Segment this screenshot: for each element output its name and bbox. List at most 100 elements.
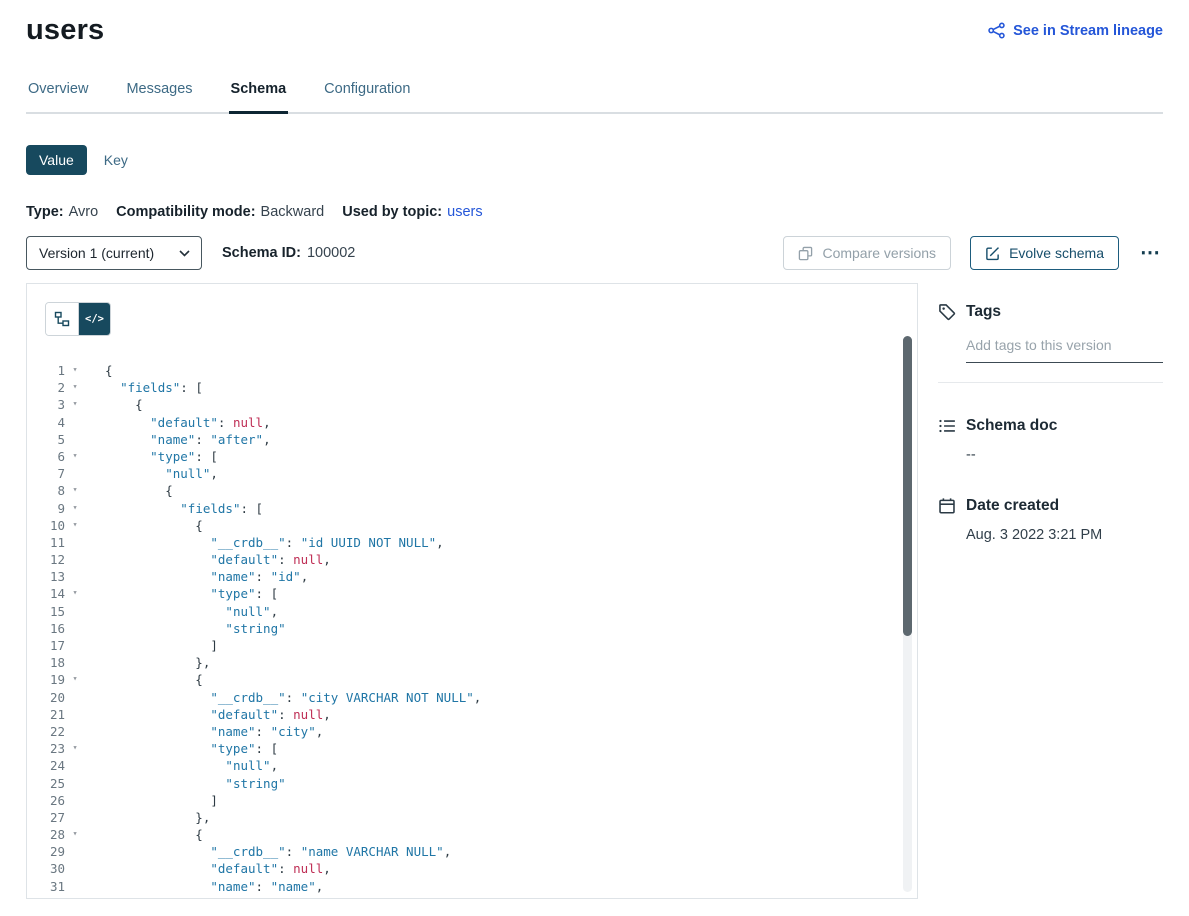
code-line: 23▾ "type": [ — [27, 740, 917, 757]
date-created-value: Aug. 3 2022 3:21 PM — [966, 527, 1163, 543]
type-value: Avro — [69, 204, 99, 220]
code-text: "default": null, — [85, 551, 331, 568]
code-text: "default": null, — [85, 414, 271, 431]
fold-toggle-icon[interactable]: ▾ — [65, 826, 85, 843]
code-line: 26 ] — [27, 792, 917, 809]
page-header: users See in Stream lineage — [26, 14, 1163, 47]
code-line: 6▾ "type": [ — [27, 448, 917, 465]
line-number: 22 — [27, 723, 65, 740]
fold-spacer — [65, 534, 85, 551]
line-number: 20 — [27, 689, 65, 706]
code-text: "type": [ — [85, 895, 278, 899]
line-number: 26 — [27, 792, 65, 809]
fold-toggle-icon[interactable]: ▾ — [65, 517, 85, 534]
editor-view-toggle: </> — [45, 302, 111, 336]
schema-part-toggle: Value Key — [26, 145, 1163, 175]
code-text: "name": "name", — [85, 878, 323, 895]
tree-view-button[interactable] — [46, 303, 78, 335]
tab-schema[interactable]: Schema — [229, 81, 289, 112]
code-line: 16 "string" — [27, 620, 917, 637]
compare-versions-label: Compare versions — [822, 245, 936, 261]
editor-scrollbar-thumb[interactable] — [903, 336, 912, 636]
fold-toggle-icon[interactable]: ▾ — [65, 482, 85, 499]
page-title: users — [26, 14, 104, 47]
code-line: 25 "string" — [27, 775, 917, 792]
code-text: "null", — [85, 603, 278, 620]
fold-spacer — [65, 757, 85, 774]
schema-doc-section: Schema doc -- — [938, 417, 1163, 463]
fold-toggle-icon[interactable]: ▾ — [65, 396, 85, 413]
fold-spacer — [65, 637, 85, 654]
code-text: { — [85, 362, 113, 379]
code-line: 9▾ "fields": [ — [27, 500, 917, 517]
chevron-down-icon — [179, 250, 190, 257]
schema-id-value: 100002 — [307, 245, 355, 261]
tags-header: Tags — [938, 303, 1163, 321]
code-text: { — [85, 517, 203, 534]
fold-toggle-icon[interactable]: ▾ — [65, 362, 85, 379]
code-text: "null", — [85, 757, 278, 774]
more-options-button[interactable]: ⋯ — [1138, 239, 1163, 267]
date-created-section: Date created Aug. 3 2022 3:21 PM — [938, 497, 1163, 543]
toggle-key-button[interactable]: Key — [87, 145, 145, 175]
page: users See in Stream lineage Overview Mes… — [0, 0, 1189, 916]
code-line: 15 "null", — [27, 603, 917, 620]
code-text: "type": [ — [85, 448, 218, 465]
fold-toggle-icon[interactable]: ▾ — [65, 740, 85, 757]
tag-icon — [938, 303, 956, 321]
fold-spacer — [65, 551, 85, 568]
fold-toggle-icon[interactable]: ▾ — [65, 500, 85, 517]
fold-spacer — [65, 878, 85, 895]
code-text: "name": "id", — [85, 568, 308, 585]
controls-row: Version 1 (current) Schema ID: 100002 Co… — [26, 236, 1163, 270]
code-text: "default": null, — [85, 706, 331, 723]
line-number: 23 — [27, 740, 65, 757]
fold-toggle-icon[interactable]: ▾ — [65, 671, 85, 688]
date-created-header: Date created — [938, 497, 1163, 515]
code-text: "type": [ — [85, 585, 278, 602]
fold-toggle-icon[interactable]: ▾ — [65, 895, 85, 899]
code-text: "null", — [85, 465, 218, 482]
code-text: { — [85, 482, 173, 499]
tab-configuration[interactable]: Configuration — [322, 81, 412, 112]
code-line: 31 "name": "name", — [27, 878, 917, 895]
compare-versions-button[interactable]: Compare versions — [783, 236, 951, 270]
line-number: 10 — [27, 517, 65, 534]
fold-spacer — [65, 809, 85, 826]
fold-toggle-icon[interactable]: ▾ — [65, 585, 85, 602]
topic-link[interactable]: users — [447, 204, 482, 220]
code-text: }, — [85, 809, 210, 826]
tags-section: Tags — [938, 303, 1163, 383]
toggle-value-button[interactable]: Value — [26, 145, 87, 175]
evolve-schema-button[interactable]: Evolve schema — [970, 236, 1119, 270]
line-number: 3 — [27, 396, 65, 413]
fold-toggle-icon[interactable]: ▾ — [65, 379, 85, 396]
line-number: 8 — [27, 482, 65, 499]
line-number: 31 — [27, 878, 65, 895]
editor-scrollbar-track[interactable] — [903, 336, 912, 892]
tab-bar: Overview Messages Schema Configuration — [26, 81, 1163, 114]
main-content: </> 1▾{2▾ "fields": [3▾ {4 "default": nu… — [26, 283, 1163, 899]
schema-doc-value: -- — [966, 447, 1163, 463]
list-icon — [938, 417, 956, 435]
line-number: 13 — [27, 568, 65, 585]
code-text: "string" — [85, 775, 286, 792]
code-text: { — [85, 826, 203, 843]
line-number: 12 — [27, 551, 65, 568]
fold-spacer — [65, 860, 85, 877]
line-number: 25 — [27, 775, 65, 792]
tab-messages[interactable]: Messages — [124, 81, 194, 112]
version-select-value: Version 1 (current) — [39, 245, 154, 261]
fold-spacer — [65, 775, 85, 792]
tab-overview[interactable]: Overview — [26, 81, 90, 112]
version-select[interactable]: Version 1 (current) — [26, 236, 202, 270]
details-sidebar: Tags Schema doc — [938, 283, 1163, 899]
code-view-button[interactable]: </> — [78, 303, 110, 335]
line-number: 18 — [27, 654, 65, 671]
code-text: { — [85, 671, 203, 688]
stream-lineage-link[interactable]: See in Stream lineage — [988, 22, 1163, 39]
add-tags-input[interactable] — [966, 331, 1163, 363]
fold-spacer — [65, 706, 85, 723]
line-number: 2 — [27, 379, 65, 396]
fold-toggle-icon[interactable]: ▾ — [65, 448, 85, 465]
